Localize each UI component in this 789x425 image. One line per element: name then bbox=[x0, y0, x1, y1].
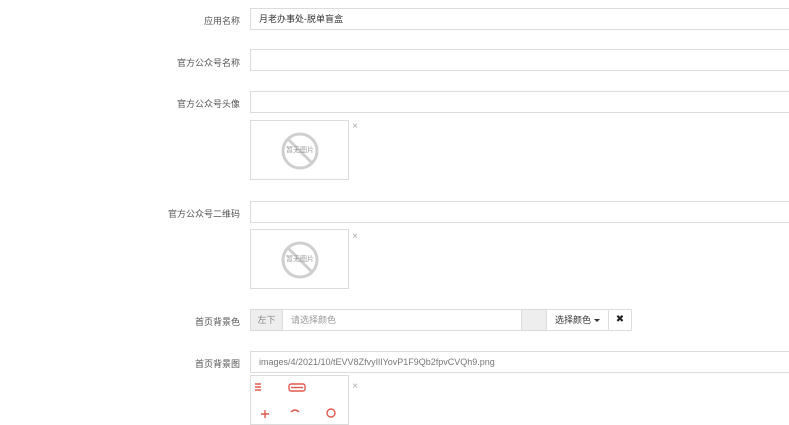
home-bg-image-label: 首页背景图 bbox=[194, 359, 240, 369]
close-icon[interactable]: × bbox=[352, 232, 358, 242]
official-avatar-input[interactable] bbox=[250, 91, 789, 113]
no-image-text: 暂无图片 bbox=[286, 256, 314, 263]
background-image-thumbnail bbox=[255, 383, 336, 418]
no-image-icon: 暂无图片 bbox=[280, 131, 320, 171]
close-icon[interactable]: × bbox=[352, 122, 358, 132]
official-avatar-preview[interactable]: 暂无图片 bbox=[250, 120, 349, 180]
color-input[interactable] bbox=[282, 309, 522, 331]
home-bg-image-input[interactable]: images/4/2021/10/tEVV8ZfvyIlIYovP1F9Qb2f… bbox=[250, 351, 789, 373]
official-name-input[interactable] bbox=[250, 49, 789, 71]
color-preview-swatch bbox=[522, 309, 546, 331]
official-name-label: 官方公众号名称 bbox=[176, 58, 240, 68]
close-icon[interactable]: × bbox=[352, 382, 358, 392]
chevron-down-icon bbox=[594, 319, 600, 323]
home-bg-image-preview[interactable] bbox=[250, 375, 349, 425]
no-image-icon: 暂无图片 bbox=[280, 240, 320, 280]
color-addon: 左下 bbox=[250, 309, 283, 331]
official-qrcode-input[interactable] bbox=[250, 201, 789, 223]
official-avatar-label: 官方公众号头像 bbox=[176, 99, 240, 109]
pick-color-button[interactable]: 选择颜色 bbox=[546, 309, 609, 331]
app-name-label: 应用名称 bbox=[203, 16, 240, 26]
pick-color-label: 选择颜色 bbox=[554, 315, 591, 325]
home-bg-color-label: 首页背景色 bbox=[194, 317, 240, 327]
no-image-text: 暂无图片 bbox=[286, 147, 314, 154]
app-name-input[interactable]: 月老办事处-脱单盲盒 bbox=[250, 8, 789, 30]
clear-icon: ✖ bbox=[615, 314, 625, 325]
official-qrcode-label: 官方公众号二维码 bbox=[167, 209, 240, 219]
official-qrcode-preview[interactable]: 暂无图片 bbox=[250, 229, 349, 289]
clear-color-button[interactable]: ✖ bbox=[608, 309, 632, 331]
